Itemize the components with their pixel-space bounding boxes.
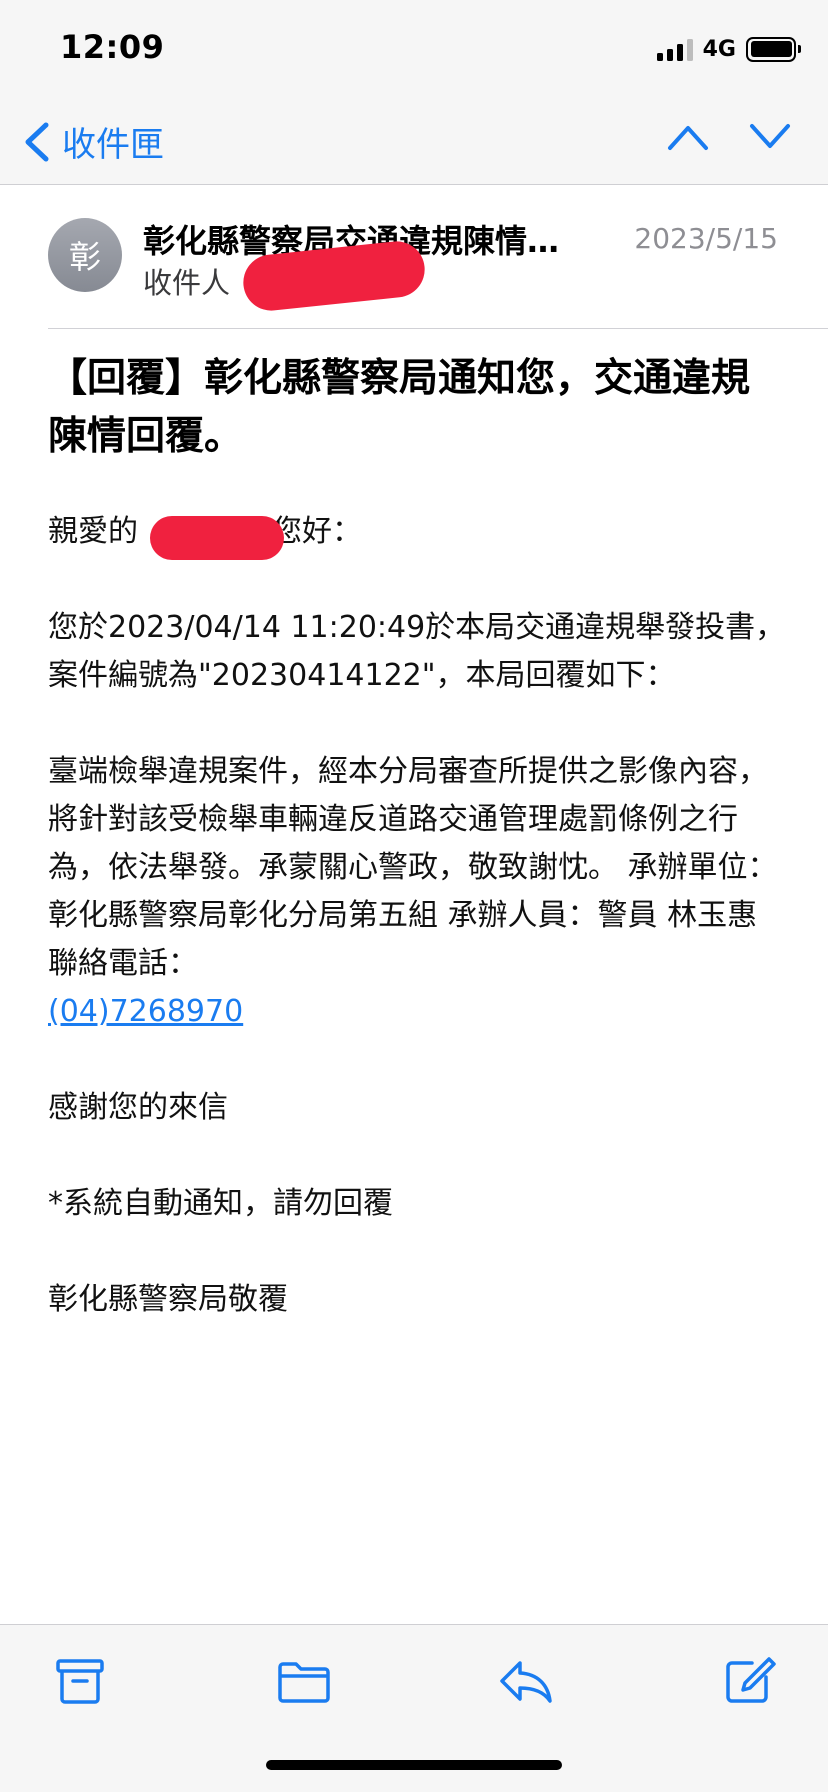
email-date: 2023/5/15 xyxy=(634,222,778,255)
battery-icon xyxy=(746,36,801,62)
chevron-left-icon xyxy=(25,122,49,161)
home-indicator[interactable] xyxy=(266,1760,562,1770)
email-body: 親愛的 您好： 您於2023/04/14 11:20:49於本局交通違規舉發投書，… xyxy=(48,508,788,1372)
signal-icon xyxy=(656,37,693,61)
phone-link[interactable]: (04)7268970 xyxy=(48,994,243,1029)
body-paragraph-3: 感謝您的來信 xyxy=(48,1090,228,1125)
body-paragraph-1: 您於2023/04/14 11:20:49於本局交通違規舉發投書，案件編號為"2… xyxy=(48,610,786,693)
top-bar: 12:09 4G 收件匣 xyxy=(0,0,828,185)
greeting-suffix: 您好： xyxy=(272,514,362,549)
recipient-label[interactable]: 收件人 xyxy=(143,260,230,302)
body-paragraph-2: 臺端檢舉違規案件，經本分局審查所提供之影像內容，將針對該受檢舉車輛違反道路交通管… xyxy=(48,748,788,1036)
status-time: 12:09 xyxy=(60,28,165,66)
body-paragraph-4: *系統自動通知，請勿回覆 xyxy=(48,1186,393,1221)
greeting-redaction xyxy=(150,516,284,560)
greeting-prefix: 親愛的 xyxy=(48,514,138,549)
archive-icon[interactable] xyxy=(52,1655,108,1707)
body-paragraph-5: 彰化縣警察局敬覆 xyxy=(48,1282,288,1317)
sender-avatar[interactable]: 彰 xyxy=(48,218,122,292)
previous-message-chevron-up-icon[interactable] xyxy=(666,122,710,152)
status-indicators: 4G xyxy=(656,36,801,62)
folder-icon[interactable] xyxy=(276,1655,332,1707)
email-subject: 【回覆】彰化縣警察局通知您，交通違規陳情回覆。 xyxy=(48,356,751,459)
message-navigation xyxy=(666,122,792,152)
back-to-inbox-button[interactable]: 收件匣 xyxy=(22,117,164,166)
back-label: 收件匣 xyxy=(62,125,164,165)
body-paragraph-2-text: 臺端檢舉違規案件，經本分局審查所提供之影像內容，將針對該受檢舉車輛違反道路交通管… xyxy=(48,754,778,981)
next-message-chevron-down-icon[interactable] xyxy=(748,122,792,152)
compose-icon[interactable] xyxy=(722,1655,778,1707)
reply-icon[interactable] xyxy=(498,1655,554,1707)
network-type: 4G xyxy=(702,36,736,62)
header-divider xyxy=(48,328,828,329)
